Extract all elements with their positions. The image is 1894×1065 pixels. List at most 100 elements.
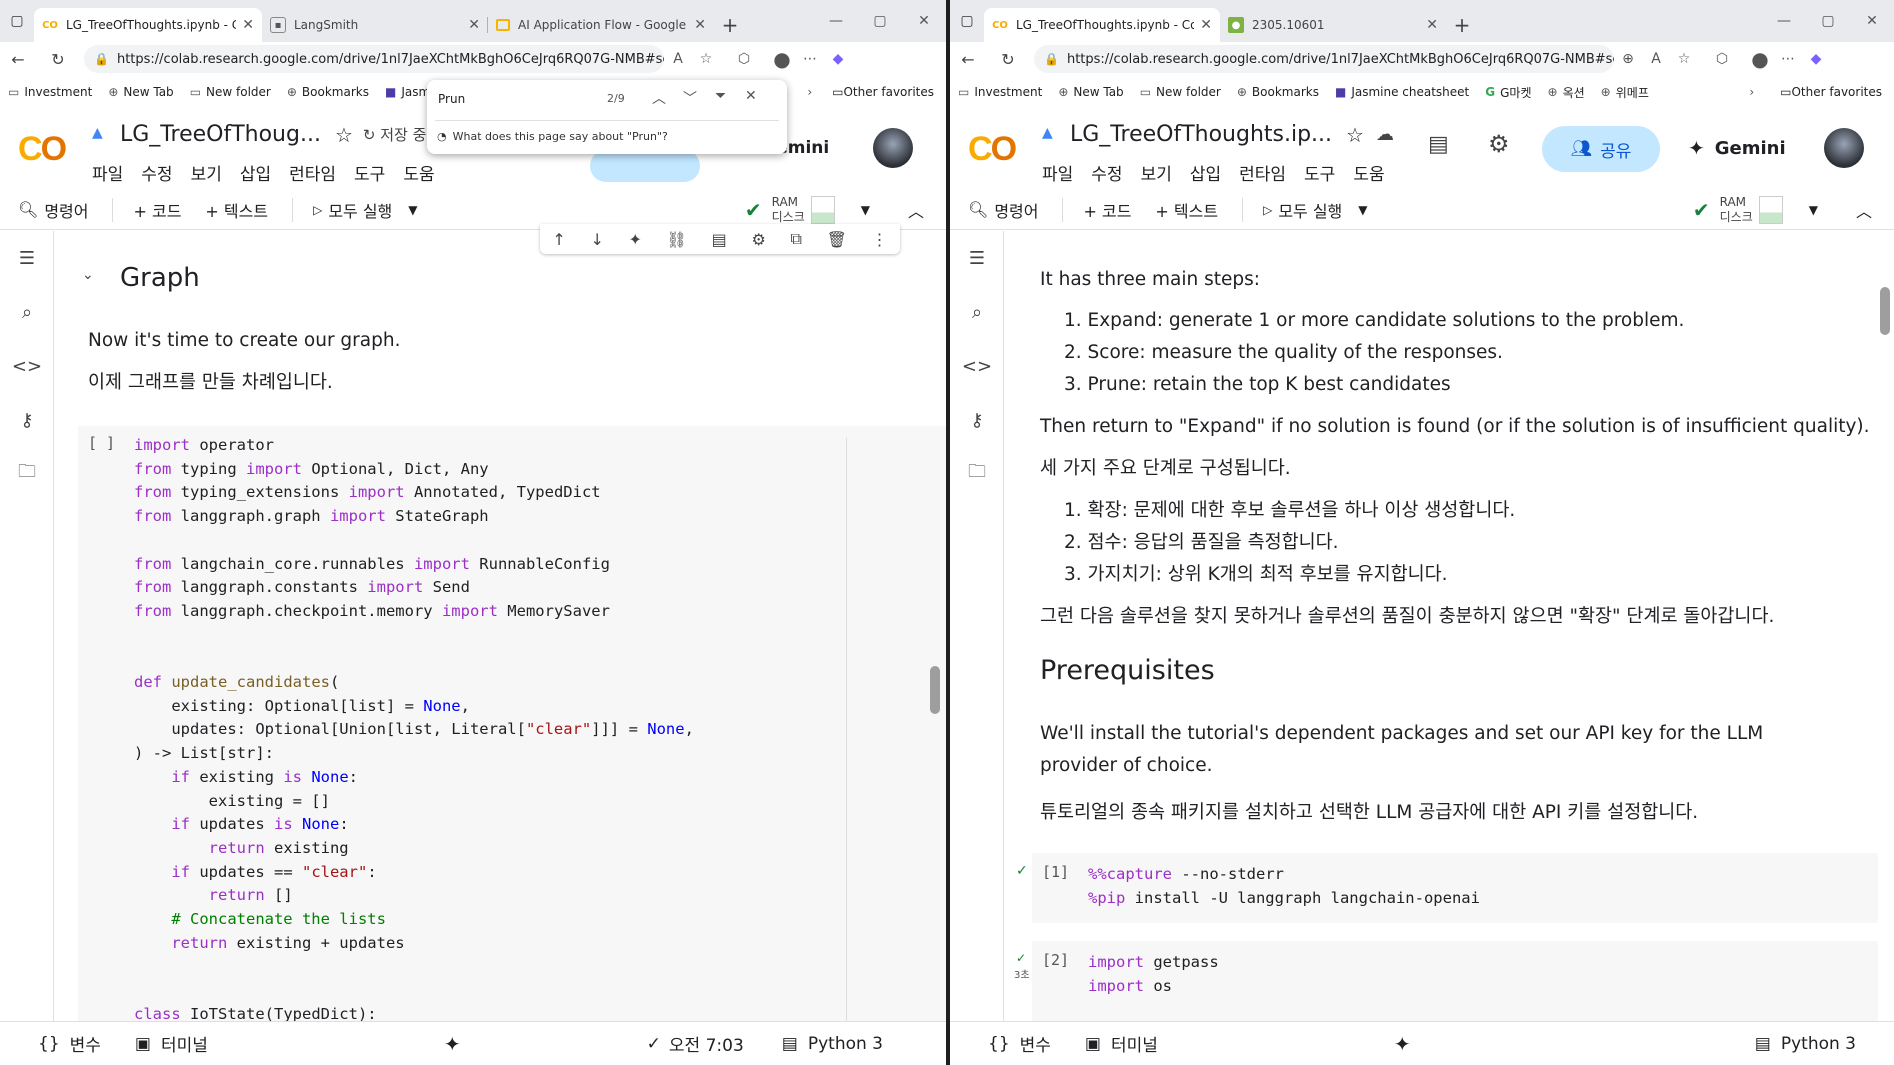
tab-langsmith[interactable]: ▪ LangSmith ✕	[262, 8, 488, 42]
menu-tools[interactable]: 도구	[354, 160, 385, 185]
terminal-button[interactable]: ▣ 터미널	[1085, 1031, 1158, 1057]
add-text-button[interactable]: + 텍스트	[205, 198, 268, 222]
share-button[interactable]: 👥︎ 공유	[1542, 126, 1660, 172]
gemini-status-icon[interactable]: ✦	[444, 1032, 461, 1056]
caret-down-icon[interactable]: ▼	[408, 203, 417, 217]
collapse-header-icon[interactable]: ︿	[1856, 198, 1872, 222]
menu-file[interactable]: 파일	[92, 160, 123, 185]
find-replace-icon[interactable]: ⌕	[950, 285, 1004, 339]
gemini-button[interactable]: ✦ Gemini	[1688, 136, 1786, 160]
bookmark-item[interactable]: ▭ New folder	[190, 85, 271, 99]
profile-icon[interactable]: ●	[1746, 47, 1774, 71]
minimize-icon[interactable]: —	[814, 13, 858, 29]
close-window-icon[interactable]: ✕	[1850, 13, 1894, 29]
menu-file[interactable]: 파일	[1042, 160, 1073, 185]
link-icon[interactable]: ⛓	[667, 230, 687, 249]
collapse-section-icon[interactable]: ⌄	[82, 267, 94, 283]
run-all-button[interactable]: ▷ 모두 실행 ▼	[1263, 198, 1367, 222]
back-icon[interactable]: ←	[954, 50, 982, 69]
bookmark-item[interactable]: ⊕ Bookmarks	[1237, 85, 1319, 99]
chevron-right-icon[interactable]: ›	[807, 85, 812, 99]
close-icon[interactable]: ✕	[468, 17, 480, 33]
toc-icon[interactable]: ☰	[950, 231, 1004, 285]
code-editor[interactable]: import getpass import os	[1088, 951, 1219, 998]
avatar[interactable]	[1824, 128, 1864, 168]
extensions-icon[interactable]: ⬡	[730, 51, 758, 67]
code-cell[interactable]: [1] %%capture --no-stderr %pip install -…	[1032, 853, 1878, 923]
secrets-key-icon[interactable]: ⚷	[950, 393, 1004, 447]
star-icon[interactable]: ☆	[1346, 123, 1364, 147]
back-icon[interactable]: ←	[4, 50, 32, 69]
tab-slides[interactable]: AI Application Flow - Google Sli ✕	[488, 8, 714, 42]
menu-edit[interactable]: 수정	[1091, 160, 1122, 185]
runtime-status[interactable]: ✔ RAM 디스크 ▼	[1693, 195, 1818, 225]
scrollbar-thumb[interactable]	[1880, 287, 1890, 335]
close-icon[interactable]: ✕	[1200, 17, 1212, 33]
bookmark-item[interactable]: ⊕ 위메프	[1601, 84, 1649, 101]
tab-colab[interactable]: CO LG_TreeOfThoughts.ipynb - Colab ✕	[984, 8, 1220, 42]
star-icon[interactable]: ☆	[335, 123, 353, 147]
bookmark-item[interactable]: ▭ Investment	[958, 85, 1042, 99]
runtime-type-button[interactable]: ▤ Python 3	[782, 1034, 883, 1054]
colab-logo[interactable]: CO	[18, 130, 67, 169]
settings-gear-icon[interactable]: ⚙	[751, 230, 765, 249]
minimize-icon[interactable]: —	[1762, 13, 1806, 29]
gemini-cell-icon[interactable]: ✦	[629, 230, 642, 249]
profile-icon[interactable]: ●	[768, 47, 796, 71]
scrollbar-thumb[interactable]	[930, 666, 940, 714]
toc-icon[interactable]: ☰	[0, 231, 54, 285]
find-replace-icon[interactable]: ⌕	[0, 285, 54, 339]
menu-help[interactable]: 도움	[403, 160, 434, 185]
share-button[interactable]	[590, 150, 700, 182]
copilot-icon[interactable]: ◆	[824, 51, 852, 67]
secrets-key-icon[interactable]: ⚷	[0, 393, 54, 447]
files-folder-icon[interactable]: 🗀	[0, 447, 54, 501]
reload-icon[interactable]: ↻	[44, 50, 72, 69]
code-editor[interactable]: %%capture --no-stderr %pip install -U la…	[1088, 863, 1480, 910]
tab-actions-icon[interactable]: ▢	[950, 0, 984, 42]
bookmark-item[interactable]: ⊕ 옥션	[1548, 84, 1585, 101]
bookmark-item[interactable]: ■ Jasmine cheatsheet	[1335, 85, 1469, 99]
terminal-button[interactable]: ▣ 터미널	[135, 1031, 208, 1057]
tab-actions-icon[interactable]: ▢	[0, 0, 34, 42]
close-icon[interactable]: ✕	[242, 17, 254, 33]
runtime-status[interactable]: ✔ RAM 디스크 ▼	[745, 195, 870, 225]
avatar[interactable]	[873, 128, 913, 168]
new-tab-button[interactable]: +	[714, 8, 746, 42]
zoom-icon[interactable]: ⊕	[1614, 51, 1642, 67]
maximize-icon[interactable]: ▢	[858, 13, 902, 29]
favorite-icon[interactable]: ☆	[1670, 51, 1698, 67]
caret-down-icon[interactable]: ▼	[861, 203, 870, 217]
more-vert-icon[interactable]: ⋮	[872, 230, 888, 249]
settings-gear-icon[interactable]: ⚙	[1488, 130, 1510, 158]
filter-icon[interactable]: ⏷	[715, 88, 726, 104]
tab-colab[interactable]: CO LG_TreeOfThoughts.ipynb - Cola ✕	[34, 8, 262, 42]
run-all-button[interactable]: ▷ 모두 실행 ▼	[313, 198, 417, 222]
caret-down-icon[interactable]: ▼	[1809, 203, 1818, 217]
copilot-icon[interactable]: ◆	[1802, 51, 1830, 67]
ask-copilot-suggestion[interactable]: ◔ What does this page say about "Prun"?	[437, 130, 668, 143]
tab-arxiv[interactable]: ● 2305.10601 ✕	[1220, 8, 1446, 42]
mirror-cell-icon[interactable]: ⧉	[790, 229, 801, 249]
bookmark-item[interactable]: ⊕ New Tab	[1058, 85, 1123, 99]
bookmark-item[interactable]: ■ Jasm	[385, 85, 430, 99]
bookmark-item[interactable]: ▭ Investment	[8, 85, 92, 99]
url-field[interactable]: 🔒 https://colab.research.google.com/driv…	[1034, 45, 1614, 73]
other-favorites[interactable]: › ▭ Other favorites	[807, 85, 934, 99]
runtime-type-button[interactable]: ▤ Python 3	[1755, 1034, 1856, 1054]
menu-runtime[interactable]: 런타임	[289, 160, 336, 185]
run-cell-button[interactable]: [1]	[1042, 863, 1069, 881]
commands-button[interactable]: 🔍︎ 명령어	[18, 198, 88, 222]
more-icon[interactable]: ⋯	[1774, 51, 1802, 67]
bookmark-item[interactable]: ▭ New folder	[1140, 85, 1221, 99]
menu-insert[interactable]: 삽입	[240, 160, 271, 185]
menu-view[interactable]: 보기	[191, 160, 222, 185]
notebook-title[interactable]: LG_TreeOfThoughts.ip...	[1070, 122, 1332, 147]
close-icon[interactable]: ✕	[694, 17, 706, 33]
code-cell[interactable]: [ ] import operator from typing import O…	[78, 426, 946, 1021]
code-snippets-icon[interactable]: <>	[0, 339, 54, 393]
code-editor[interactable]: import operator from typing import Optio…	[134, 434, 694, 1021]
menu-help[interactable]: 도움	[1353, 160, 1384, 185]
close-find-icon[interactable]: ✕	[745, 88, 757, 104]
other-favorites[interactable]: › ▭ Other favorites	[1749, 85, 1882, 99]
